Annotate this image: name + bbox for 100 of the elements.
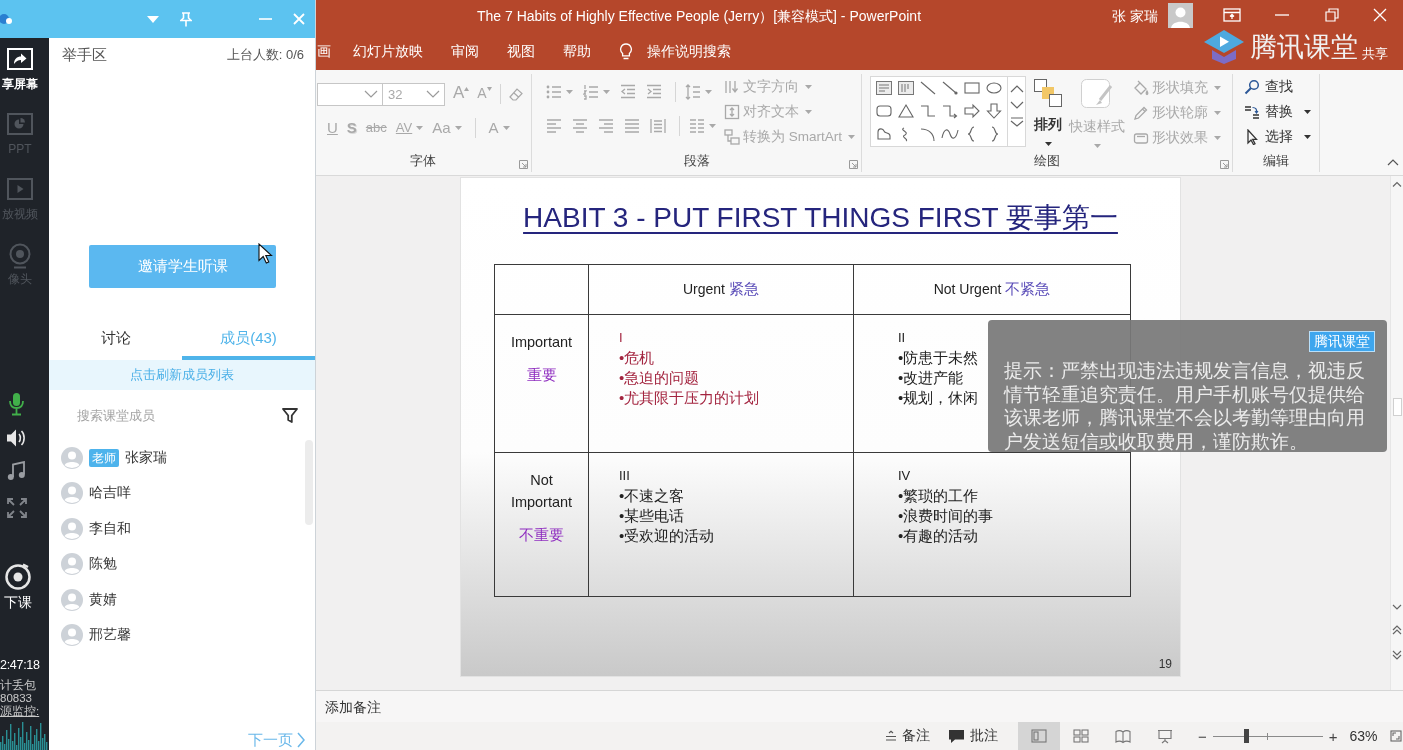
list-item: •改进产能: [898, 368, 964, 388]
filter-icon[interactable]: [282, 407, 298, 423]
select-button[interactable]: 选择: [1241, 124, 1319, 149]
fit-window-icon[interactable]: [1389, 730, 1402, 742]
slider-thumb[interactable]: [1243, 729, 1249, 743]
section-title: 举手区: [62, 45, 107, 65]
member-name: 哈吉咩: [89, 484, 131, 503]
brush-square-icon: [1080, 78, 1114, 110]
stacked-squares-icon: [1033, 78, 1063, 108]
replace-button[interactable]: 替换: [1241, 99, 1319, 124]
chevron-up-icon[interactable]: [1387, 159, 1399, 166]
rounded-rectangle-icon[interactable]: [875, 103, 893, 119]
chevron-down-icon[interactable]: [1009, 101, 1024, 109]
down-arrow-icon[interactable]: [985, 103, 1003, 119]
toolbar-button[interactable]: 享屏幕: [0, 48, 40, 91]
pin-icon[interactable]: [180, 11, 192, 27]
zoom-in-button[interactable]: +: [1328, 727, 1338, 745]
right-arrow-icon[interactable]: [963, 103, 981, 119]
columns-icon: [689, 118, 705, 134]
share-button[interactable]: 共享: [1362, 44, 1388, 63]
freeform-icon[interactable]: [875, 126, 893, 142]
eraser-icon[interactable]: [507, 86, 524, 102]
vertical-text-box-icon[interactable]: [897, 80, 915, 96]
notes-field[interactable]: 添加备注: [316, 690, 1403, 722]
refresh-link[interactable]: 点击刷新成员列表: [49, 360, 315, 390]
music-note-icon[interactable]: [7, 461, 26, 481]
user-name: 张 家瑞: [1112, 8, 1158, 25]
line-dot-icon[interactable]: [941, 80, 959, 96]
scrollbar-thumb[interactable]: [1392, 398, 1402, 416]
caret-icon: [805, 84, 812, 89]
comments-button[interactable]: 批注: [948, 727, 998, 745]
list-item: •有趣的活动: [898, 526, 979, 546]
caret-icon: [1093, 144, 1101, 148]
double-chevron-up-icon[interactable]: [1392, 625, 1402, 635]
member-name: 张家瑞: [125, 448, 167, 467]
search-icon: [1244, 78, 1260, 95]
vertical-scrollbar[interactable]: [1390, 176, 1403, 690]
ribbon-tab[interactable]: 视图: [493, 33, 549, 70]
corner-arrow-icon[interactable]: [519, 160, 528, 169]
text-box-icon[interactable]: [875, 80, 893, 96]
session-time: 2:47:18: [0, 657, 40, 673]
avatar-icon: [61, 482, 83, 505]
speaker-icon[interactable]: [6, 428, 26, 448]
ribbon-tab[interactable]: 画: [317, 33, 339, 70]
caret-icon: [805, 109, 812, 114]
oval-icon[interactable]: [985, 80, 1003, 96]
search-field[interactable]: 搜索课堂成员: [77, 407, 282, 423]
chevron-down-icon[interactable]: [1392, 604, 1402, 610]
expand-icon[interactable]: [1009, 117, 1024, 127]
column-header: Not Urgent: [933, 281, 1002, 297]
grid-icon: [1073, 728, 1089, 744]
group-label: 编辑: [1263, 152, 1289, 170]
ribbon-tab[interactable]: 审阅: [437, 33, 493, 70]
notes-button[interactable]: 备注: [885, 727, 930, 745]
close-icon[interactable]: [293, 13, 305, 25]
column-header: Urgent: [683, 281, 725, 297]
ribbon-tab[interactable]: 幻灯片放映: [339, 33, 437, 70]
ribbon-tab[interactable]: 帮助: [549, 33, 605, 70]
line-spacing-icon: [685, 84, 701, 100]
next-page-button[interactable]: 下一页: [248, 730, 305, 750]
fullscreen-icon[interactable]: [7, 498, 27, 518]
caret-icon: [1214, 135, 1221, 140]
chevron-down-icon: [364, 90, 378, 98]
arc-icon[interactable]: [919, 126, 937, 142]
comment-icon: [948, 728, 965, 744]
bullet-list-icon: [546, 84, 562, 100]
avatar-icon: [61, 624, 83, 647]
elbow-connector-icon[interactable]: [919, 103, 937, 119]
zoom-level-button[interactable]: 63%: [1349, 728, 1378, 744]
audio-waveform-drawing: [0, 720, 48, 750]
font-size-field[interactable]: 32: [383, 82, 445, 106]
triangle-icon[interactable]: [897, 103, 915, 119]
close-icon: [1373, 7, 1387, 22]
zoom-out-button[interactable]: −: [1198, 727, 1207, 745]
chevron-up-icon[interactable]: [1392, 181, 1402, 187]
double-chevron-down-icon[interactable]: [1392, 650, 1402, 660]
dropdown-caret-icon[interactable]: [147, 15, 159, 23]
microphone-icon[interactable]: [8, 392, 25, 416]
elbow-arrow-icon[interactable]: [941, 103, 959, 119]
tell-me-search[interactable]: 操作说明搜索: [619, 33, 731, 70]
line-icon[interactable]: [919, 80, 937, 96]
resource-monitor-link[interactable]: 源监控:: [0, 705, 40, 718]
find-button[interactable]: 查找: [1241, 74, 1319, 99]
curve-icon[interactable]: [941, 126, 959, 142]
invite-button[interactable]: 邀请学生听课: [89, 245, 276, 288]
rectangle-icon[interactable]: [963, 80, 981, 96]
pointer-cursor-icon: [258, 243, 273, 264]
align-left-icon: [546, 118, 562, 134]
normal-view-button[interactable]: [1018, 722, 1060, 750]
corner-arrow-icon[interactable]: [1220, 160, 1229, 169]
chevron-up-icon[interactable]: [1009, 85, 1024, 93]
corner-arrow-icon[interactable]: [849, 160, 858, 169]
quadrant-numeral: II: [898, 328, 906, 348]
font-name-field[interactable]: [317, 82, 383, 106]
caret-icon: [1214, 86, 1221, 91]
arrange-button[interactable]: 排列: [1030, 76, 1066, 150]
group-label: 段落: [683, 152, 710, 170]
panel-tab[interactable]: 讨论: [49, 320, 182, 360]
list-item: •防患于未然: [898, 348, 979, 368]
end-class-button[interactable]: 下课: [0, 562, 36, 610]
